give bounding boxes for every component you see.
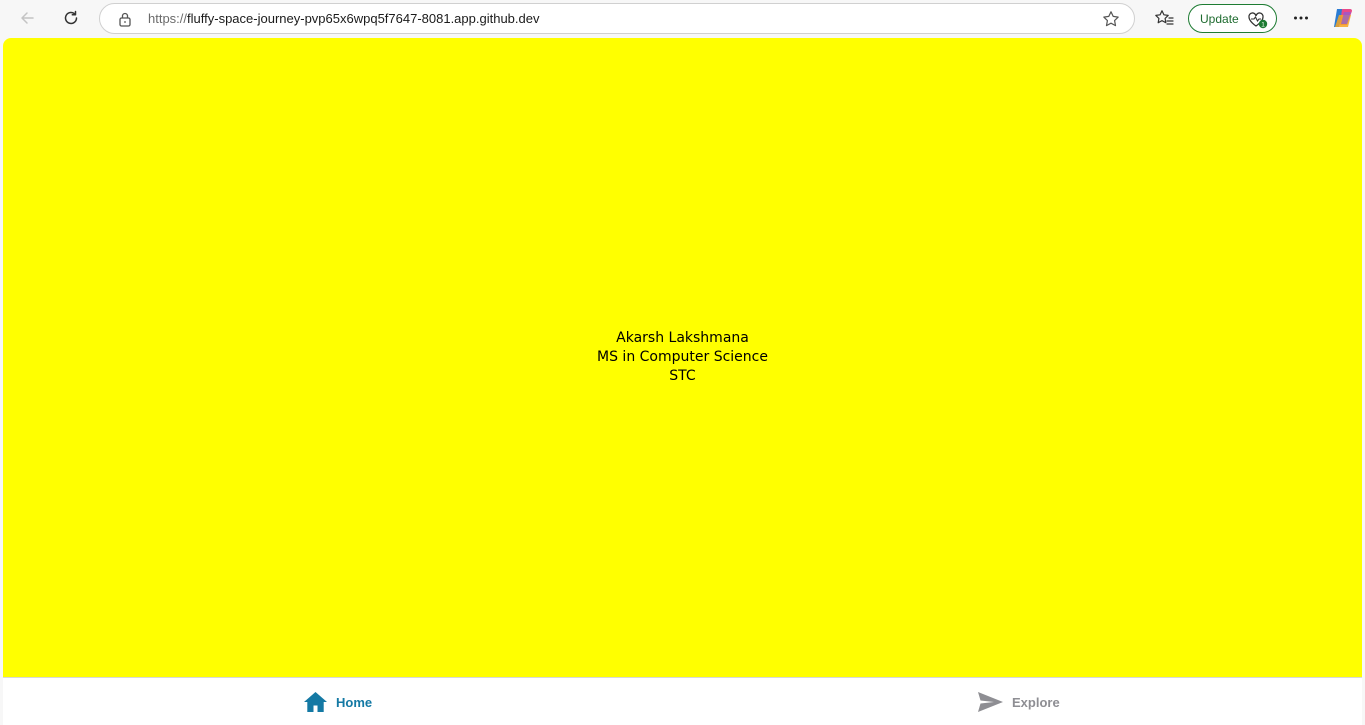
svg-text:1: 1	[1261, 22, 1265, 29]
back-arrow-icon	[21, 12, 34, 24]
home-icon	[304, 692, 327, 712]
url-scheme: https://	[148, 11, 188, 26]
favorites-button[interactable]	[1149, 4, 1179, 32]
reload-button[interactable]	[56, 4, 86, 32]
tab-home[interactable]: Home	[303, 678, 372, 725]
degree-text: MS in Computer Science	[597, 349, 768, 365]
tab-home-label: Home	[336, 694, 373, 710]
organization-text: STC	[669, 368, 696, 384]
url-text[interactable]: https://fluffy-space-journey-pvp65x6wpq5…	[148, 11, 539, 26]
more-button[interactable]	[1286, 4, 1316, 32]
tab-explore[interactable]: Explore	[977, 678, 1060, 725]
page-viewport: Akarsh Lakshmana MS in Computer Science …	[3, 38, 1362, 725]
browser-toolbar: https://fluffy-space-journey-pvp65x6wpq5…	[0, 0, 1365, 37]
more-icon	[1294, 16, 1308, 20]
back-button[interactable]	[12, 4, 42, 32]
reload-icon	[64, 10, 78, 25]
send-icon	[978, 692, 1003, 712]
favorites-icon	[1155, 10, 1174, 25]
address-bar[interactable]: https://fluffy-space-journey-pvp65x6wpq5…	[99, 3, 1135, 34]
bottom-tab-bar: Home Explore	[3, 677, 1362, 725]
tab-explore-label: Explore	[1012, 694, 1060, 710]
copilot-button[interactable]	[1328, 4, 1358, 32]
health-badge-icon: 1	[1247, 10, 1269, 35]
star-icon[interactable]	[1102, 10, 1120, 33]
url-host: fluffy-space-journey-pvp65x6wpq5f7647-80…	[187, 11, 540, 26]
name-text: Akarsh Lakshmana	[616, 330, 749, 346]
update-button[interactable]: Update 1	[1188, 4, 1277, 33]
page-content: Akarsh Lakshmana MS in Computer Science …	[3, 38, 1362, 677]
copilot-icon	[1334, 9, 1352, 27]
update-label: Update	[1200, 11, 1239, 26]
lock-icon[interactable]	[118, 11, 132, 32]
